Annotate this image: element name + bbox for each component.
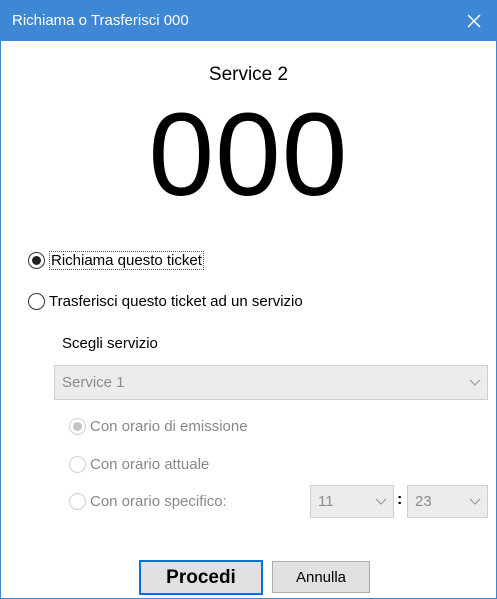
time-option-emission[interactable]: Con orario di emissione — [69, 418, 248, 435]
close-icon[interactable] — [452, 1, 496, 41]
specific-label: Con orario specifico: — [90, 493, 227, 510]
choose-service-label: Scegli servizio — [62, 335, 158, 352]
transfer-radio[interactable] — [28, 293, 45, 310]
transfer-label: Trasferisci questo ticket ad un servizio — [49, 293, 303, 310]
time-option-specific[interactable]: Con orario specifico: — [69, 493, 227, 510]
minute-select-value: 23 — [415, 493, 432, 510]
recall-radio[interactable] — [28, 252, 45, 269]
dialog-window: Richiama o Trasferisci 000 Service 2 000… — [0, 0, 497, 599]
recall-label: Richiama questo ticket — [49, 251, 204, 270]
chevron-down-icon — [369, 498, 393, 506]
emission-radio[interactable] — [69, 418, 86, 435]
ticket-number: 000 — [148, 89, 349, 221]
transfer-option[interactable]: Trasferisci questo ticket ad un servizio — [28, 293, 303, 310]
recall-option[interactable]: Richiama questo ticket — [28, 251, 204, 270]
minute-select[interactable]: 23 — [407, 485, 488, 518]
chevron-down-icon — [463, 498, 487, 506]
current-radio[interactable] — [69, 456, 86, 473]
specific-radio[interactable] — [69, 493, 86, 510]
service-name: Service 2 — [208, 64, 289, 85]
title-bar: Richiama o Trasferisci 000 — [1, 1, 496, 41]
hour-select[interactable]: 11 — [310, 485, 394, 518]
service-select[interactable]: Service 1 — [54, 365, 488, 400]
time-option-current[interactable]: Con orario attuale — [69, 456, 209, 473]
hour-select-value: 11 — [318, 493, 334, 510]
window-title: Richiama o Trasferisci 000 — [12, 12, 189, 29]
proceed-button[interactable]: Procedi — [139, 560, 263, 595]
service-select-value: Service 1 — [62, 374, 125, 391]
time-separator: : — [397, 491, 403, 508]
current-label: Con orario attuale — [90, 456, 210, 473]
cancel-button[interactable]: Annulla — [272, 561, 370, 593]
emission-label: Con orario di emissione — [90, 418, 248, 435]
chevron-down-icon — [463, 379, 487, 387]
